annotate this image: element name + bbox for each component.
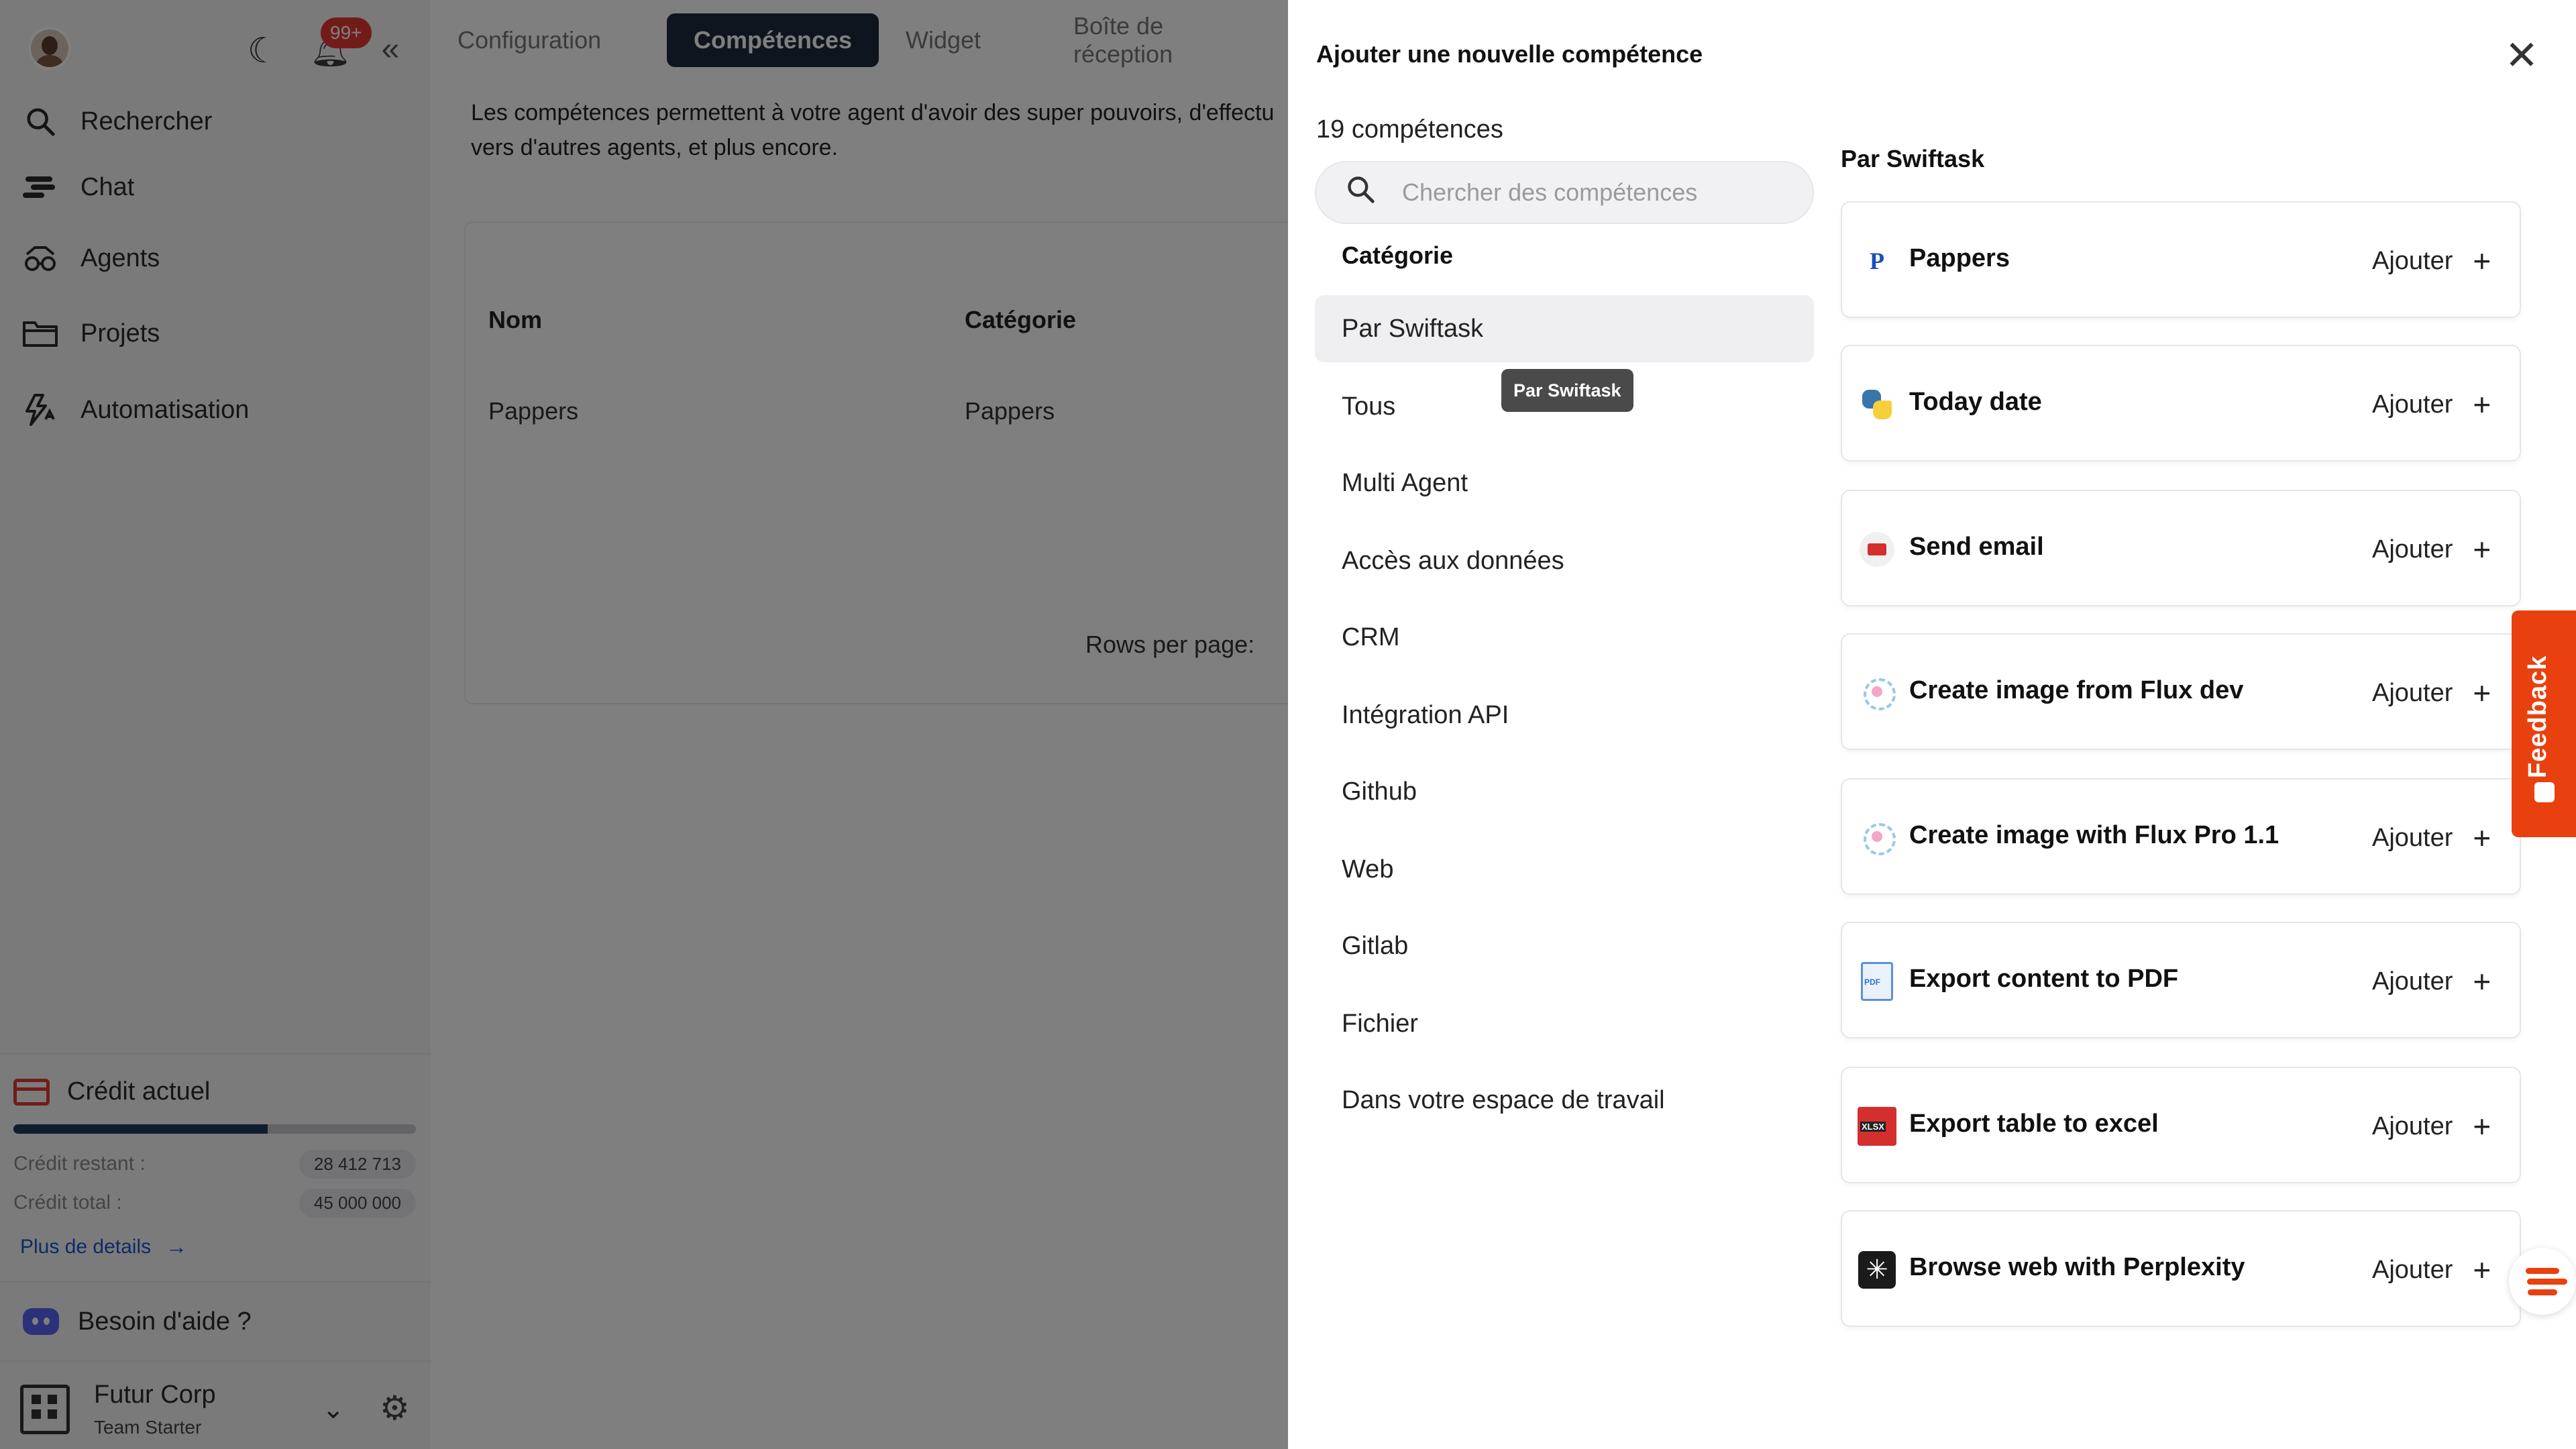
skill-search-box[interactable] bbox=[1315, 161, 1814, 224]
plus-icon: + bbox=[2473, 676, 2491, 710]
add-skill-button[interactable]: Ajouter + bbox=[2372, 669, 2491, 716]
skill-card-perplexity: ✳ Browse web with Perplexity Ajouter + bbox=[1841, 1210, 2521, 1327]
email-icon bbox=[1857, 529, 1897, 570]
category-workspace[interactable]: Dans votre espace de travail bbox=[1315, 1067, 1814, 1134]
add-skill-button[interactable]: Ajouter + bbox=[2372, 237, 2491, 284]
skills-count: 19 compétences bbox=[1316, 115, 1503, 144]
category-heading: Catégorie bbox=[1342, 241, 1454, 269]
launcher-logo-bar bbox=[2528, 1289, 2557, 1295]
skill-name: Browse web with Perplexity bbox=[1909, 1253, 2245, 1281]
skill-name: Create image with Flux Pro 1.1 bbox=[1909, 821, 2279, 849]
python-icon bbox=[1857, 384, 1897, 425]
swiftask-chat-launcher[interactable] bbox=[2509, 1248, 2576, 1315]
skill-card-export-excel: Export table to excel Ajouter+ bbox=[1841, 1067, 2521, 1183]
plus-icon: + bbox=[2473, 244, 2491, 278]
skill-card-export-pdf: Export content to PDF Ajouter+ bbox=[1841, 922, 2521, 1038]
launcher-logo-bar bbox=[2526, 1267, 2559, 1274]
pappers-icon: P bbox=[1870, 248, 1884, 274]
add-skill-panel: Ajouter une nouvelle compétence ✕ 19 com… bbox=[1288, 0, 2576, 1449]
search-icon bbox=[1340, 174, 1381, 211]
skill-group-title: Par Swiftask bbox=[1841, 145, 1985, 172]
plus-icon: + bbox=[2473, 532, 2491, 567]
excel-icon bbox=[1857, 1106, 1897, 1146]
add-skill-button[interactable]: Ajouter + bbox=[2372, 381, 2491, 428]
add-skill-button[interactable]: Ajouter + bbox=[2372, 526, 2491, 573]
skill-name: Send email bbox=[1909, 533, 2044, 561]
category-github[interactable]: Github bbox=[1315, 758, 1814, 825]
launcher-logo-bar bbox=[2527, 1278, 2567, 1285]
category-crm[interactable]: CRM bbox=[1315, 604, 1814, 671]
pdf-icon bbox=[1857, 961, 1897, 1002]
plus-icon: + bbox=[2473, 387, 2491, 422]
modal-backdrop[interactable] bbox=[0, 0, 1288, 1449]
perplexity-icon: ✳ bbox=[1857, 1250, 1897, 1290]
category-par-swiftask[interactable]: Par Swiftask bbox=[1315, 295, 1814, 362]
add-skill-button[interactable]: Ajouter + bbox=[2372, 1246, 2491, 1293]
add-skill-button[interactable]: Ajouter + bbox=[2372, 958, 2491, 1005]
feedback-icon bbox=[2534, 782, 2555, 802]
category-multi-agent[interactable]: Multi Agent bbox=[1315, 449, 1814, 517]
plus-icon: + bbox=[2473, 1252, 2491, 1287]
panel-title: Ajouter une nouvelle compétence bbox=[1316, 40, 1703, 68]
skill-card-today-date: Today date Ajouter + bbox=[1841, 345, 2521, 462]
skill-card-pappers: P Pappers Ajouter + bbox=[1841, 201, 2521, 318]
category-integration-api[interactable]: Intégration API bbox=[1315, 682, 1814, 749]
skill-name: Today date bbox=[1909, 388, 2042, 416]
add-skill-button[interactable]: Ajouter + bbox=[2372, 814, 2491, 861]
plus-icon: + bbox=[2473, 964, 2491, 999]
plus-icon: + bbox=[2473, 820, 2491, 855]
category-web[interactable]: Web bbox=[1315, 836, 1814, 903]
add-skill-button[interactable]: Ajouter + bbox=[2372, 1103, 2491, 1150]
skill-search-input[interactable] bbox=[1402, 178, 1805, 207]
category-tooltip: Par Swiftask bbox=[1501, 369, 1633, 412]
feedback-button[interactable]: Feedback bbox=[2512, 610, 2576, 837]
flux-icon bbox=[1857, 818, 1897, 858]
skill-card-flux-dev: Create image from Flux dev Ajouter + bbox=[1841, 633, 2521, 750]
category-acces-donnees[interactable]: Accès aux données bbox=[1315, 527, 1814, 594]
category-fichier[interactable]: Fichier bbox=[1315, 990, 1814, 1057]
plus-icon: + bbox=[2473, 1109, 2491, 1144]
skill-name: Export content to PDF bbox=[1909, 965, 2179, 993]
skill-name: Export table to excel bbox=[1909, 1110, 2159, 1138]
flux-icon bbox=[1857, 673, 1897, 713]
skill-name: Create image from Flux dev bbox=[1909, 676, 2244, 704]
category-gitlab[interactable]: Gitlab bbox=[1315, 912, 1814, 979]
skill-card-flux-pro: Create image with Flux Pro 1.1 Ajouter + bbox=[1841, 778, 2521, 895]
skill-card-send-email: Send email Ajouter + bbox=[1841, 490, 2521, 606]
close-icon[interactable]: ✕ bbox=[2498, 32, 2545, 79]
feedback-label: Feedback bbox=[2524, 655, 2552, 778]
skill-name: Pappers bbox=[1909, 244, 2010, 272]
